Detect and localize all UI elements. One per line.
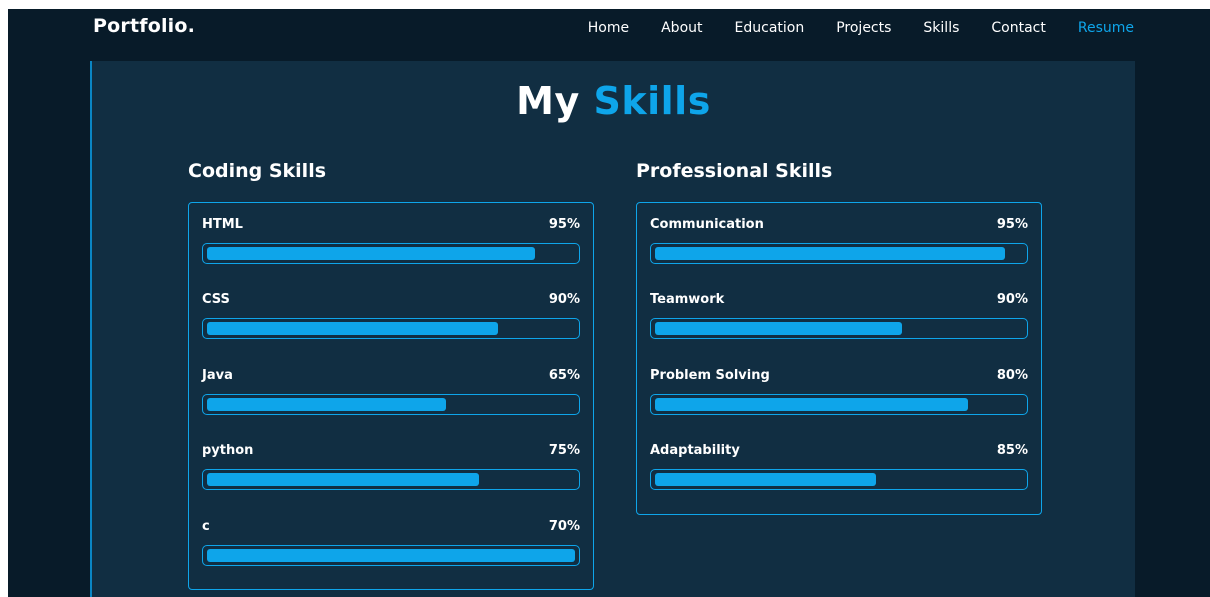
skill-progress-fill bbox=[207, 247, 535, 260]
main-nav: Home About Education Projects Skills Con… bbox=[556, 20, 1134, 36]
professional-skills-box: Communication 95% Teamwork 90% Problem S… bbox=[636, 202, 1042, 515]
nav-about[interactable]: About bbox=[661, 20, 702, 36]
skill-item: Problem Solving 80% bbox=[650, 368, 1028, 418]
skill-progress-bar bbox=[650, 243, 1028, 264]
nav-projects[interactable]: Projects bbox=[836, 20, 891, 36]
skill-name: Problem Solving bbox=[650, 368, 770, 383]
skill-percent: 95% bbox=[996, 217, 1028, 232]
nav-education[interactable]: Education bbox=[735, 20, 805, 36]
logo-link[interactable]: Portfolio. bbox=[93, 15, 195, 37]
skill-percent: 80% bbox=[996, 368, 1028, 383]
skill-item: c 70% bbox=[202, 519, 580, 569]
skills-section: My Skills Coding Skills Professional Ski… bbox=[90, 61, 1135, 597]
nav-skills[interactable]: Skills bbox=[923, 20, 959, 36]
skill-name: HTML bbox=[202, 217, 243, 232]
page-viewport: Portfolio. Home About Education Projects… bbox=[8, 9, 1210, 597]
skill-percent: 75% bbox=[548, 443, 580, 458]
skill-percent: 70% bbox=[548, 519, 580, 534]
site-header: Portfolio. Home About Education Projects… bbox=[8, 9, 1210, 51]
skill-name: Communication bbox=[650, 217, 764, 232]
coding-skills-box: HTML 95% CSS 90% Java 65% python 75% c 7… bbox=[188, 202, 594, 590]
nav-contact[interactable]: Contact bbox=[991, 20, 1045, 36]
skill-percent: 90% bbox=[996, 292, 1028, 307]
skill-item: Adaptability 85% bbox=[650, 443, 1028, 493]
skill-progress-bar bbox=[202, 243, 580, 264]
skill-item: Communication 95% bbox=[650, 217, 1028, 267]
section-title: My Skills bbox=[92, 79, 1135, 123]
skill-name: c bbox=[202, 519, 210, 534]
professional-skills-heading: Professional Skills bbox=[636, 160, 833, 182]
skill-percent: 90% bbox=[548, 292, 580, 307]
skill-progress-fill bbox=[655, 398, 968, 411]
nav-resume[interactable]: Resume bbox=[1078, 20, 1134, 36]
skill-progress-bar bbox=[650, 469, 1028, 490]
skill-name: Teamwork bbox=[650, 292, 725, 307]
skill-progress-fill bbox=[655, 473, 876, 486]
skill-percent: 65% bbox=[548, 368, 580, 383]
skill-progress-fill bbox=[207, 322, 498, 335]
title-prefix: My bbox=[516, 79, 580, 123]
skill-name: Java bbox=[202, 368, 233, 383]
skill-name: Adaptability bbox=[650, 443, 740, 458]
skill-progress-bar bbox=[202, 394, 580, 415]
skill-item: HTML 95% bbox=[202, 217, 580, 267]
skill-progress-bar bbox=[650, 318, 1028, 339]
skill-progress-bar bbox=[202, 318, 580, 339]
skill-percent: 85% bbox=[996, 443, 1028, 458]
skill-progress-bar bbox=[202, 545, 580, 566]
skill-name: python bbox=[202, 443, 254, 458]
skill-item: Java 65% bbox=[202, 368, 580, 418]
skill-name: CSS bbox=[202, 292, 230, 307]
skill-item: Teamwork 90% bbox=[650, 292, 1028, 342]
skill-progress-bar bbox=[650, 394, 1028, 415]
nav-home[interactable]: Home bbox=[588, 20, 629, 36]
skill-progress-fill bbox=[655, 247, 1005, 260]
coding-skills-heading: Coding Skills bbox=[188, 160, 327, 182]
title-accent: Skills bbox=[593, 79, 711, 123]
skill-percent: 95% bbox=[548, 217, 580, 232]
skill-progress-bar bbox=[202, 469, 580, 490]
skill-item: CSS 90% bbox=[202, 292, 580, 342]
skill-item: python 75% bbox=[202, 443, 580, 493]
skill-progress-fill bbox=[655, 322, 902, 335]
skill-progress-fill bbox=[207, 549, 575, 562]
skill-progress-fill bbox=[207, 398, 447, 411]
skill-progress-fill bbox=[207, 473, 480, 486]
